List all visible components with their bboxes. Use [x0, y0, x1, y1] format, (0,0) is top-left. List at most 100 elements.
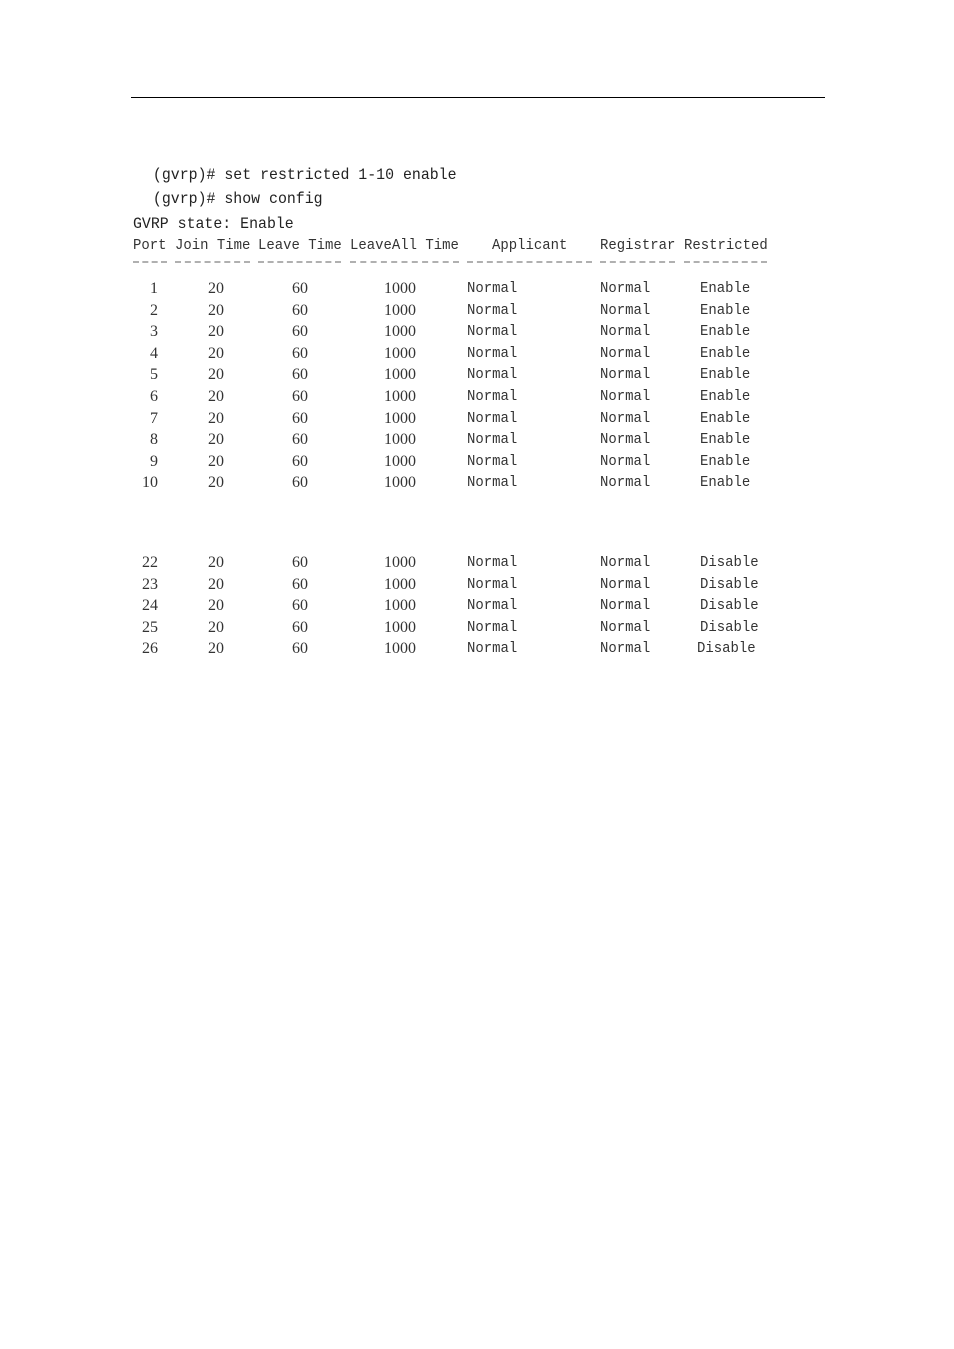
cell-port: 2 [150, 301, 158, 319]
cell-registrar: Normal [600, 409, 651, 427]
cell-join: 20 [208, 452, 224, 470]
column-header-restricted: Restricted [684, 237, 768, 254]
cell-leave: 60 [292, 323, 308, 341]
cell-applicant: Normal [467, 409, 518, 427]
cell-restricted: Enable [700, 301, 751, 319]
column-header-leaveall-time: LeaveAll Time [350, 237, 459, 254]
cell-leaveall: 1000 [384, 409, 416, 427]
cell-applicant: Normal [467, 301, 518, 319]
cell-applicant: Normal [467, 554, 518, 571]
column-header-applicant: Applicant [492, 237, 568, 254]
cell-join: 20 [208, 388, 224, 405]
cell-applicant: Normal [467, 366, 518, 384]
cell-leaveall: 1000 [384, 431, 416, 449]
cell-join: 20 [208, 554, 224, 571]
cell-applicant: Normal [467, 344, 518, 362]
cell-restricted: Disable [697, 640, 756, 658]
column-header-registrar: Registrar [600, 237, 676, 254]
cell-port: 8 [150, 431, 158, 449]
cell-registrar: Normal [600, 554, 651, 571]
cell-leave: 60 [292, 280, 308, 297]
cell-restricted: Disable [700, 597, 759, 615]
cell-join: 20 [208, 597, 224, 615]
cell-leave: 60 [292, 452, 308, 470]
cell-registrar: Normal [600, 301, 651, 319]
cell-restricted: Disable [700, 554, 759, 571]
column-separator [175, 261, 250, 263]
cell-restricted: Enable [700, 388, 751, 405]
cell-leaveall: 1000 [384, 554, 416, 571]
cell-restricted: Enable [700, 323, 751, 341]
cell-registrar: Normal [600, 366, 651, 384]
cell-restricted: Enable [700, 431, 751, 449]
cli-command-line: (gvrp)# show config [144, 190, 323, 208]
cell-restricted: Enable [700, 366, 751, 384]
cell-applicant: Normal [467, 323, 518, 341]
cell-leave: 60 [292, 618, 308, 636]
cell-port: 7 [150, 409, 158, 427]
cell-leaveall: 1000 [384, 388, 416, 405]
cell-restricted: Disable [700, 575, 759, 593]
cell-port: 24 [142, 597, 158, 615]
cell-port: 26 [142, 640, 158, 658]
cell-restricted: Enable [700, 474, 751, 492]
cell-leaveall: 1000 [384, 618, 416, 636]
cell-leaveall: 1000 [384, 344, 416, 362]
column-header-join-time: Join Time [175, 237, 251, 254]
cell-registrar: Normal [600, 388, 651, 405]
cell-port: 9 [150, 452, 158, 470]
column-header-leave-time: Leave Time [258, 237, 342, 254]
cell-port: 10 [142, 474, 158, 492]
cell-registrar: Normal [600, 597, 651, 615]
column-header-port: Port [133, 237, 167, 254]
cell-join: 20 [208, 575, 224, 593]
cell-registrar: Normal [600, 452, 651, 470]
cell-join: 20 [208, 431, 224, 449]
column-separator [467, 261, 592, 263]
cell-leave: 60 [292, 366, 308, 384]
cell-restricted: Enable [700, 280, 751, 297]
column-separator [600, 261, 675, 263]
cell-port: 4 [150, 344, 158, 362]
cell-leaveall: 1000 [384, 452, 416, 470]
cell-registrar: Normal [600, 575, 651, 593]
cell-port: 6 [150, 388, 158, 405]
cell-port: 23 [142, 575, 158, 593]
cell-restricted: Enable [700, 409, 751, 427]
gvrp-state-line: GVRP state: Enable [133, 215, 294, 233]
cell-join: 20 [208, 409, 224, 427]
cell-join: 20 [208, 474, 224, 492]
cell-applicant: Normal [467, 640, 518, 658]
cell-registrar: Normal [600, 344, 651, 362]
cell-join: 20 [208, 366, 224, 384]
column-separator [684, 261, 767, 263]
cell-leave: 60 [292, 431, 308, 449]
column-separator [258, 261, 341, 263]
cell-leaveall: 1000 [384, 366, 416, 384]
cell-port: 5 [150, 366, 158, 384]
cell-registrar: Normal [600, 618, 651, 636]
cell-applicant: Normal [467, 388, 518, 405]
cell-leaveall: 1000 [384, 597, 416, 615]
cell-leaveall: 1000 [384, 640, 416, 658]
cell-leaveall: 1000 [384, 575, 416, 593]
cell-applicant: Normal [467, 474, 518, 492]
cell-registrar: Normal [600, 323, 651, 341]
cell-restricted: Enable [700, 452, 751, 470]
column-separator [350, 261, 459, 263]
cell-registrar: Normal [600, 431, 651, 449]
cell-join: 20 [208, 301, 224, 319]
cell-join: 20 [208, 323, 224, 341]
cell-applicant: Normal [467, 452, 518, 470]
cell-leaveall: 1000 [384, 323, 416, 341]
cell-leaveall: 1000 [384, 280, 416, 297]
cell-registrar: Normal [600, 640, 651, 658]
cell-leave: 60 [292, 597, 308, 615]
cli-command-line: (gvrp)# set restricted 1-10 enable [144, 166, 457, 184]
cell-applicant: Normal [467, 597, 518, 615]
cell-applicant: Normal [467, 280, 518, 297]
cell-registrar: Normal [600, 280, 651, 297]
cell-applicant: Normal [467, 618, 518, 636]
cell-port: 22 [142, 554, 158, 571]
cell-join: 20 [208, 618, 224, 636]
